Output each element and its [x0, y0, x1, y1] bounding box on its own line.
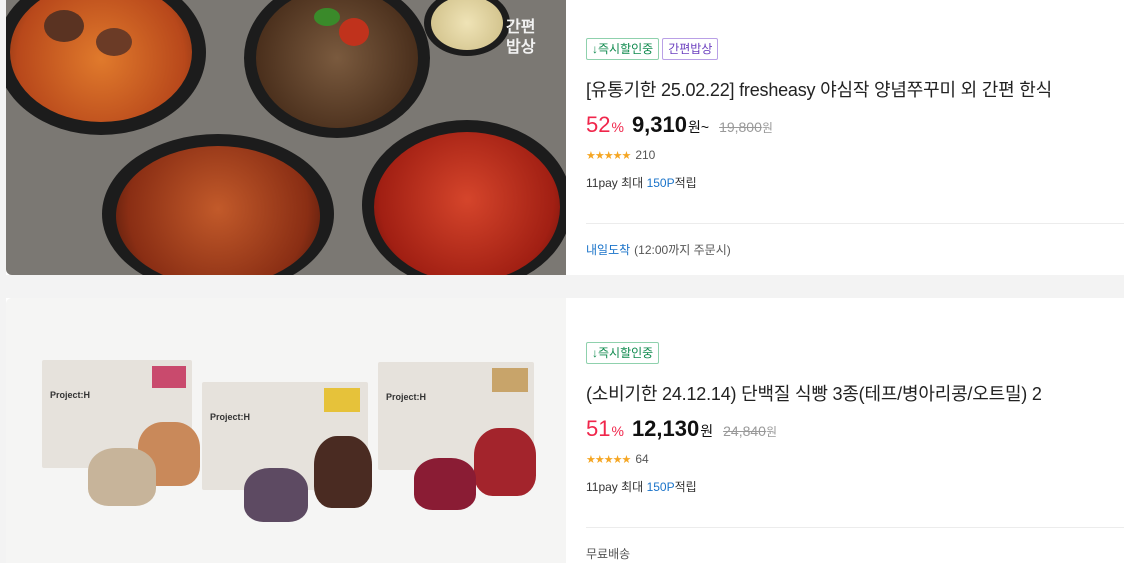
review-count: 64: [635, 452, 649, 466]
bread-image: [474, 428, 536, 496]
product-info: ↓즉시할인중 (소비기한 24.12.14) 단백질 식빵 3종(테프/병아리콩…: [586, 298, 1124, 563]
pan-image: [102, 134, 334, 275]
delivery-info: 내일도착 (12:00까지 주문시): [586, 243, 731, 257]
product-title[interactable]: [유통기한 25.02.22] fresheasy 야심작 양념쭈꾸미 외 간편…: [586, 76, 1052, 102]
sale-price: 9,310: [631, 112, 687, 137]
badge-group: ↓즉시할인중: [586, 342, 660, 364]
point-info: 11pay 최대 150P적립: [586, 480, 697, 494]
discount-rate: 51%: [586, 416, 624, 441]
discount-badge: ↓즉시할인중: [586, 342, 660, 364]
pan-image: [362, 120, 566, 275]
pot-image: [244, 0, 430, 138]
pot-image: [6, 0, 206, 135]
review-count: 210: [635, 148, 656, 162]
category-badge: 간편밥상: [662, 38, 719, 60]
bread-image: [414, 458, 476, 510]
rating: ★★★★★ 64: [586, 452, 649, 466]
bread-image: [88, 448, 156, 506]
product-info: ↓즉시할인중 간편밥상 [유통기한 25.02.22] fresheasy 야심…: [586, 0, 1124, 275]
price-row: 52% 9,310 원~ 19,800원: [586, 112, 773, 138]
discount-badge: ↓즉시할인중: [586, 38, 660, 60]
point-info: 11pay 최대 150P적립: [586, 176, 697, 190]
divider: [586, 223, 1124, 224]
star-icon: ★★★★★: [586, 453, 631, 466]
discount-rate: 52%: [586, 112, 624, 137]
product-card[interactable]: 간편 밥상 ↓즉시할인중 간편밥상 [유통기한 25.02.22] freshe…: [6, 0, 1124, 275]
badge-group: ↓즉시할인중 간편밥상: [586, 38, 719, 60]
delivery-info: 무료배송: [586, 547, 631, 561]
original-price: 24,840원: [723, 423, 777, 439]
product-card[interactable]: Project:H Project:H Project:H ↓즉시할인중 (소비…: [6, 298, 1124, 563]
side-dish-image: [424, 0, 510, 56]
bread-image: [244, 468, 308, 522]
star-icon: ★★★★★: [586, 149, 631, 162]
product-image[interactable]: Project:H Project:H Project:H: [6, 298, 566, 563]
product-title[interactable]: (소비기한 24.12.14) 단백질 식빵 3종(테프/병아리콩/오트밀) 2: [586, 380, 1042, 406]
divider: [586, 527, 1124, 528]
bread-image: [314, 436, 372, 508]
sale-price: 12,130: [631, 416, 700, 441]
product-image[interactable]: 간편 밥상: [6, 0, 566, 275]
price-row: 51% 12,130 원 24,840원: [586, 416, 777, 442]
rating: ★★★★★ 210: [586, 148, 655, 162]
price-unit: 원~: [688, 119, 710, 135]
image-watermark: 간편 밥상: [506, 19, 536, 56]
original-price: 19,800원: [719, 119, 773, 135]
price-unit: 원: [700, 423, 714, 439]
